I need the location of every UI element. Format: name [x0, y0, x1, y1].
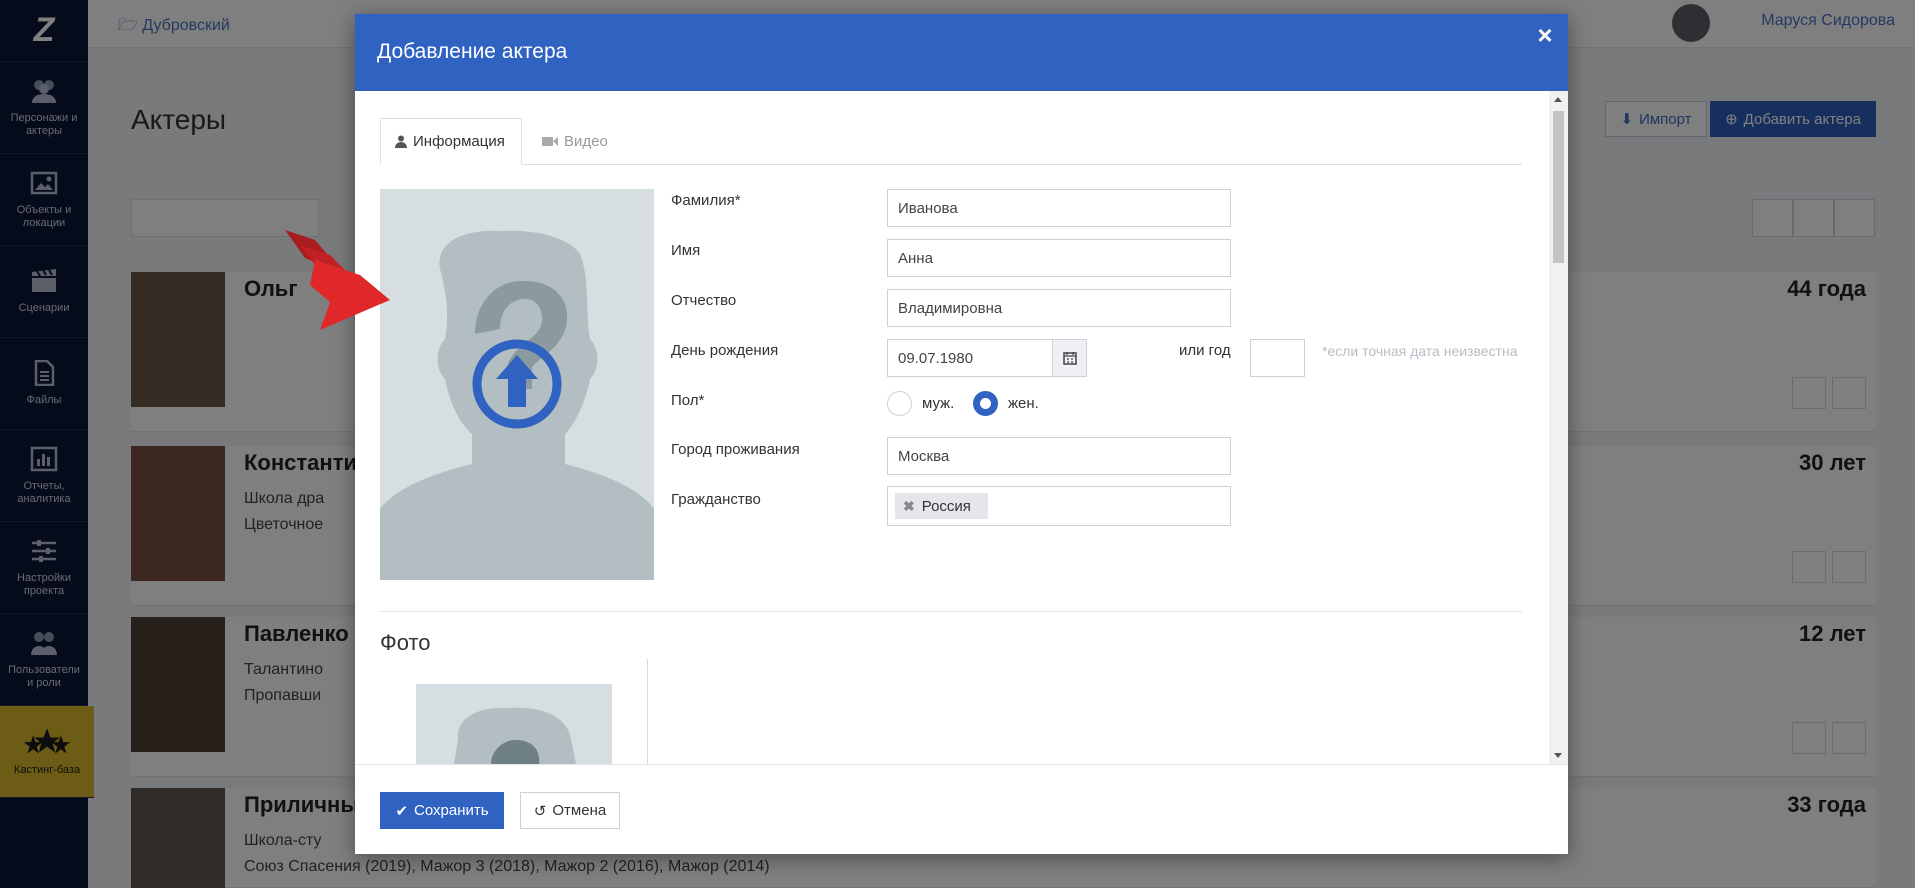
scroll-thumb[interactable]: [1553, 111, 1564, 263]
citizenship-tag: ✖ Россия: [895, 493, 988, 519]
patronymic-label: Отчество: [671, 292, 737, 309]
modal-body: Информация Видео Фамилия* Иванова Имя Ан…: [355, 91, 1568, 764]
save-button[interactable]: ✔ Сохранить: [380, 792, 504, 829]
year-hint: *если точная дата неизвестна: [1322, 343, 1518, 359]
calendar-button[interactable]: [1052, 339, 1087, 377]
chevron-right-icon: [285, 230, 390, 330]
year-field[interactable]: [1250, 339, 1305, 377]
save-label: Сохранить: [414, 802, 489, 819]
gender-female-label[interactable]: жен.: [1008, 395, 1039, 412]
avatar-placeholder-icon: [454, 707, 576, 764]
firstname-label: Имя: [671, 242, 701, 259]
scroll-down-icon[interactable]: [1554, 753, 1562, 758]
undo-icon: ↺: [533, 802, 547, 820]
video-camera-icon: [542, 137, 558, 146]
birthday-field[interactable]: 09.07.1980: [887, 339, 1053, 377]
cancel-label: Отмена: [552, 802, 607, 819]
lastname-field[interactable]: Иванова: [887, 189, 1231, 227]
gender-label: Пол*: [671, 392, 705, 409]
gender-male-radio[interactable]: [887, 391, 912, 416]
birthday-label: День рождения: [671, 342, 779, 359]
modal-scrollbar[interactable]: [1549, 91, 1568, 764]
modal-title: Добавление актера: [377, 40, 568, 63]
city-label: Город проживания: [671, 441, 800, 458]
firstname-field[interactable]: Анна: [887, 239, 1231, 277]
or-year-label: или год: [1179, 342, 1231, 359]
citizenship-label: Гражданство: [671, 491, 761, 508]
check-icon: ✔: [395, 802, 409, 820]
lastname-label: Фамилия*: [671, 192, 741, 209]
cancel-button[interactable]: ↺ Отмена: [520, 792, 620, 829]
photo-upload[interactable]: [380, 189, 654, 580]
column-divider: [647, 659, 648, 764]
user-icon: [395, 135, 407, 148]
tag-label: Россия: [921, 497, 971, 515]
tab-label: Информация: [413, 133, 505, 150]
tab-label: Видео: [564, 133, 608, 150]
city-field[interactable]: Москва: [887, 437, 1231, 475]
calendar-icon: [1062, 352, 1077, 365]
tab-video[interactable]: Видео: [528, 118, 622, 165]
modal-header: Добавление актера ×: [355, 14, 1568, 91]
tabs: Информация Видео: [380, 118, 1522, 165]
scroll-up-icon[interactable]: [1554, 97, 1562, 102]
photo-section-title: Фото: [380, 630, 431, 655]
modal-footer: ✔ Сохранить ↺ Отмена: [355, 764, 1568, 854]
gender-female-radio[interactable]: [973, 391, 998, 416]
avatar-placeholder-icon: [380, 230, 654, 580]
tab-info[interactable]: Информация: [380, 118, 522, 165]
add-actor-modal: Добавление актера × Информация Видео Фам…: [355, 14, 1568, 854]
section-divider: [380, 611, 1522, 612]
photo-slot[interactable]: [416, 684, 612, 764]
close-icon[interactable]: ×: [1532, 20, 1558, 50]
patronymic-field[interactable]: Владимировна: [887, 289, 1231, 327]
gender-male-label[interactable]: муж.: [922, 395, 954, 412]
remove-tag-icon[interactable]: ✖: [903, 498, 915, 515]
